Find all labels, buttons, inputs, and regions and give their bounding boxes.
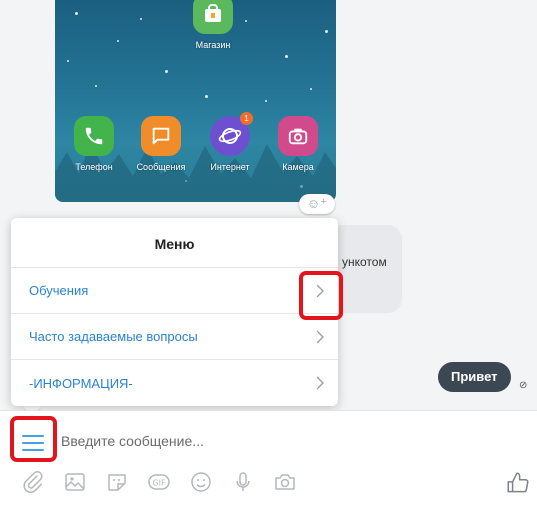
chevron-right-icon xyxy=(310,373,330,393)
notification-badge: 1 xyxy=(240,112,253,125)
chevron-right-icon xyxy=(310,327,330,347)
bot-menu-popup: Меню Обучения Часто задаваемые вопросы -… xyxy=(11,218,338,406)
app-phone: Телефон xyxy=(67,116,121,172)
camera-icon[interactable] xyxy=(272,469,298,495)
add-reaction-button[interactable]: ☺⁺ xyxy=(299,194,335,214)
menu-item-faq[interactable]: Часто задаваемые вопросы xyxy=(11,314,338,360)
svg-text:GIF: GIF xyxy=(152,479,166,488)
image-icon[interactable] xyxy=(62,469,88,495)
app-internet-label: Интернет xyxy=(210,162,250,172)
menu-item-training[interactable]: Обучения xyxy=(11,268,338,314)
sent-status-icon: ⊘ xyxy=(519,380,528,391)
menu-title: Меню xyxy=(11,218,338,268)
sticker-icon[interactable] xyxy=(104,469,130,495)
highlight-box-menu-button xyxy=(10,416,57,462)
message-input[interactable] xyxy=(61,431,481,451)
menu-item-label: Обучения xyxy=(29,283,89,298)
store-icon xyxy=(193,0,233,34)
thumbs-up-icon[interactable] xyxy=(505,470,531,496)
paperclip-icon[interactable] xyxy=(20,469,46,495)
bot-message-text: ункотом xyxy=(342,255,387,269)
app-store-label: Магазин xyxy=(195,40,231,50)
message-composer: GIF xyxy=(0,410,537,510)
app-messages-label: Сообщения xyxy=(136,162,186,172)
phone-icon xyxy=(74,116,114,156)
my-message-bubble: Привет xyxy=(438,362,511,392)
menu-item-information[interactable]: -ИНФОРМАЦИЯ- xyxy=(11,360,338,406)
app-camera-label: Камера xyxy=(282,162,314,172)
camera-app-icon xyxy=(278,116,318,156)
emoji-plus-icon: ☺⁺ xyxy=(306,196,328,211)
app-messages: Сообщения xyxy=(134,116,188,172)
app-internet: 1 Интернет xyxy=(203,112,257,172)
messages-icon xyxy=(141,116,181,156)
microphone-icon[interactable] xyxy=(230,469,256,495)
app-camera: Камера xyxy=(271,116,325,172)
composer-toolbar: GIF xyxy=(20,469,298,495)
menu-item-label: Часто задаваемые вопросы xyxy=(29,329,198,344)
menu-item-label: -ИНФОРМАЦИЯ- xyxy=(29,375,133,391)
shared-screenshot[interactable]: Магазин Телефон Сообщения 1 Интернет Кам… xyxy=(55,0,336,202)
app-store: Магазин xyxy=(186,0,240,50)
emoji-icon[interactable] xyxy=(188,469,214,495)
app-phone-label: Телефон xyxy=(75,162,113,172)
highlight-box-chevron xyxy=(299,271,343,320)
gif-icon[interactable]: GIF xyxy=(146,469,172,495)
